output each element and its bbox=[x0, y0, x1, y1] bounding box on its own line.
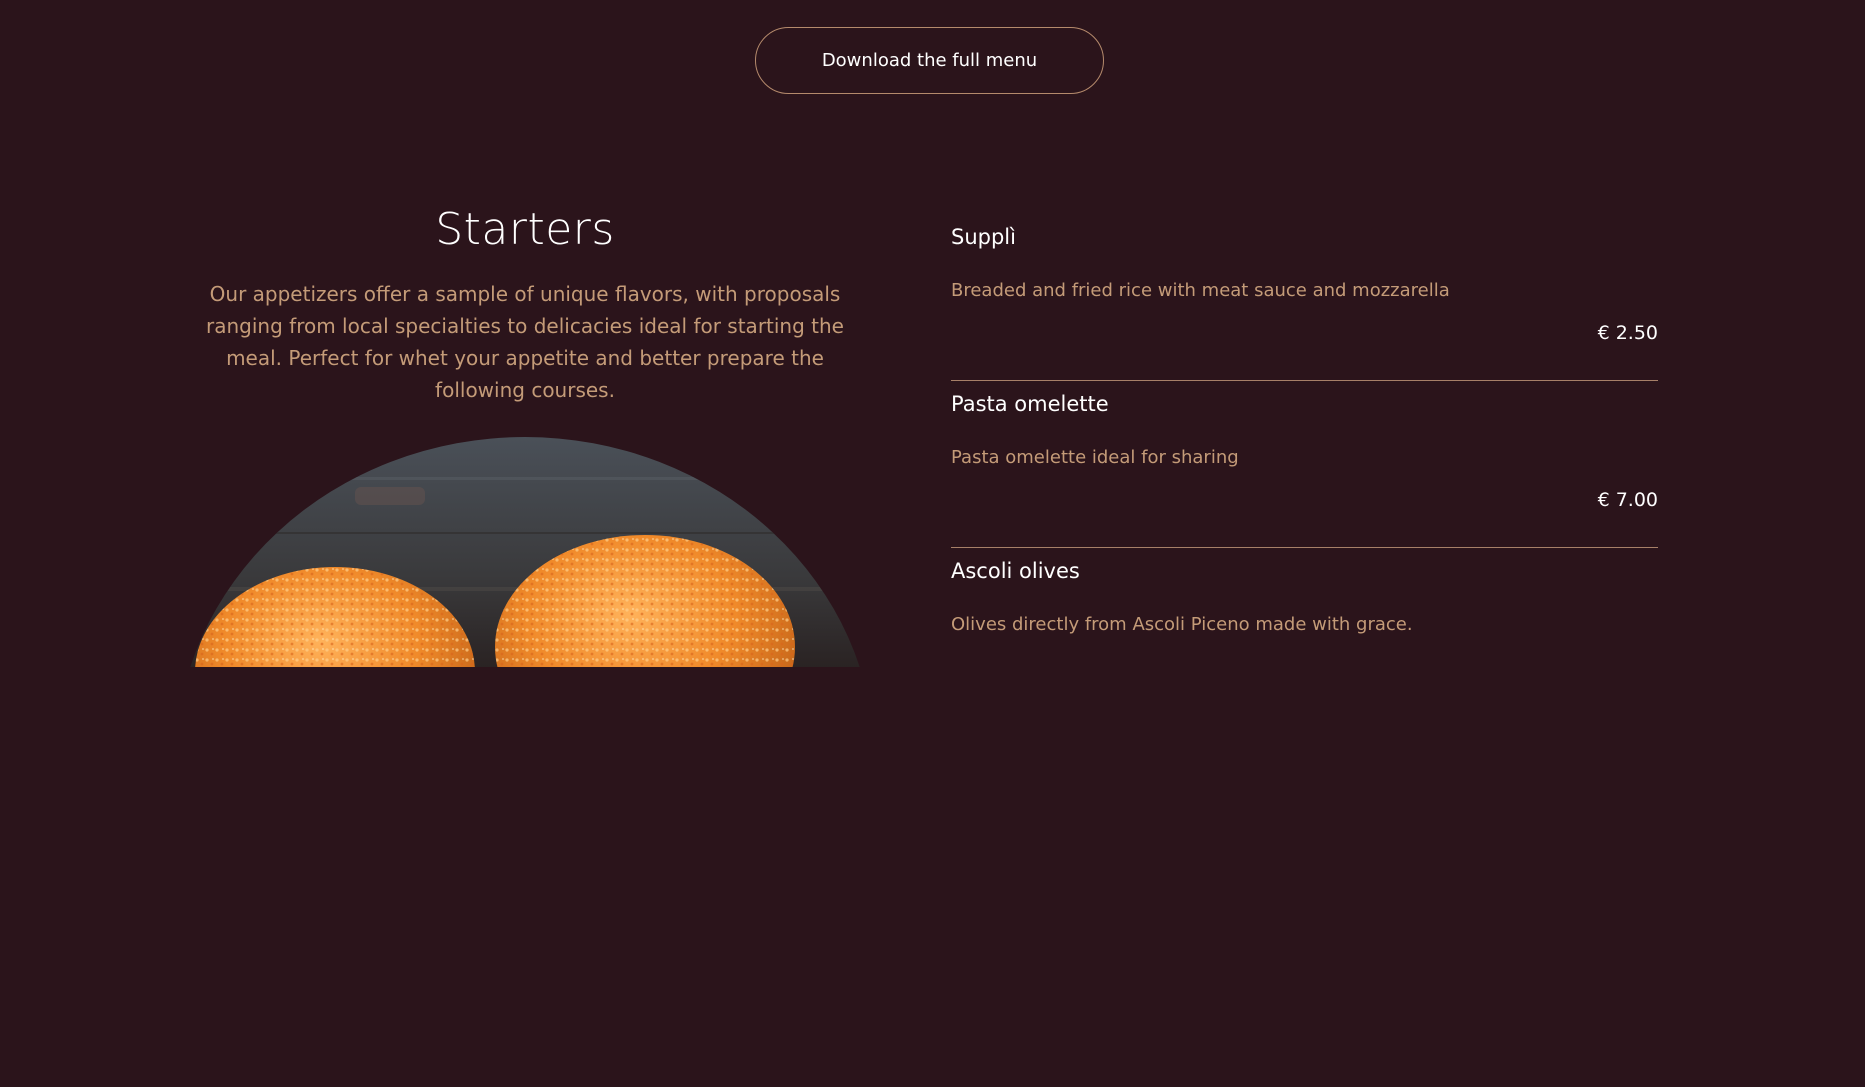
menu-item-description: Breaded and fried rice with meat sauce a… bbox=[951, 280, 1450, 301]
supplì-photo-image bbox=[175, 437, 875, 667]
menu-item-name: Ascoli olives bbox=[951, 559, 1080, 583]
menu-item-price: € 2.50 bbox=[1597, 322, 1658, 344]
section-title: Starters bbox=[435, 204, 615, 255]
menu-item-price: € 7.00 bbox=[1597, 489, 1658, 511]
download-full-menu-label: Download the full menu bbox=[821, 50, 1038, 71]
menu-item: Supplì Breaded and fried rice with meat … bbox=[951, 214, 1658, 381]
download-full-menu-button[interactable]: Download the full menu bbox=[755, 27, 1104, 94]
starters-intro: Starters Our appetizers offer a sample o… bbox=[180, 198, 870, 406]
menu-item: Pasta omelette Pasta omelette ideal for … bbox=[951, 381, 1658, 548]
menu-item-description: Olives directly from Ascoli Piceno made … bbox=[951, 614, 1413, 635]
starters-menu-list: Supplì Breaded and fried rice with meat … bbox=[951, 214, 1658, 715]
starters-photo bbox=[175, 437, 875, 1087]
menu-item-description: Pasta omelette ideal for sharing bbox=[951, 447, 1239, 468]
section-description: Our appetizers offer a sample of unique … bbox=[206, 282, 844, 402]
menu-item: Ascoli olives Olives directly from Ascol… bbox=[951, 548, 1658, 715]
menu-item-name: Supplì bbox=[951, 225, 1016, 249]
menu-item-name: Pasta omelette bbox=[951, 392, 1109, 416]
